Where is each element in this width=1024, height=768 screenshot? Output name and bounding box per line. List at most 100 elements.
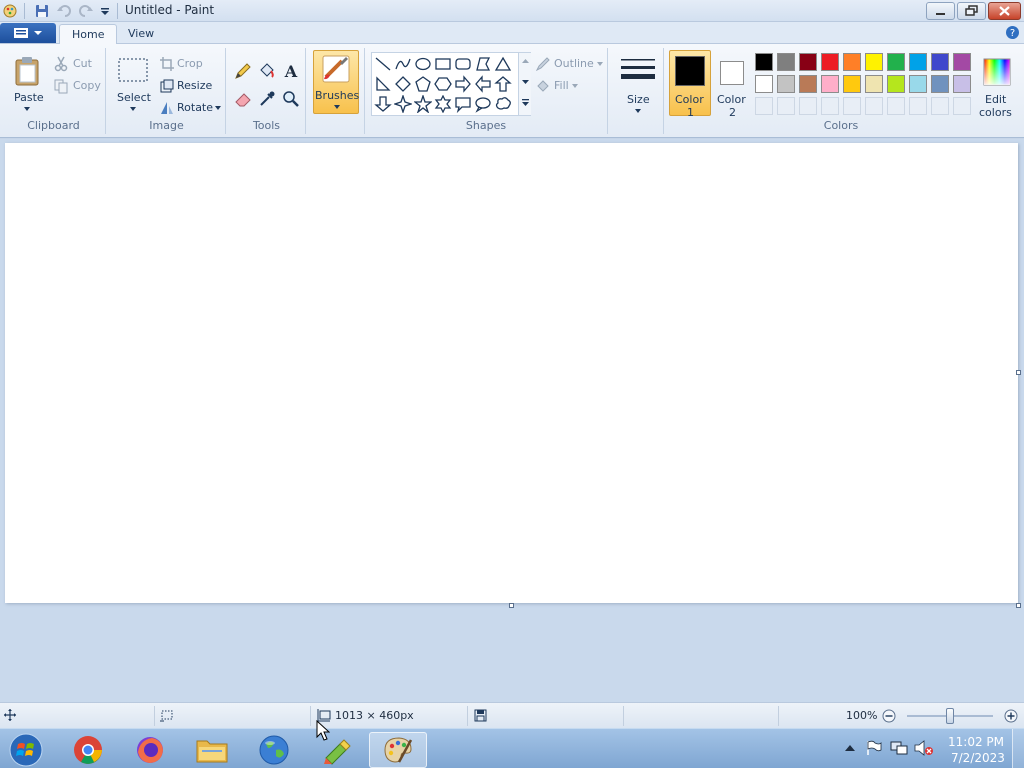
diamond-shape-icon[interactable] <box>394 75 412 93</box>
palette-color-swatch[interactable] <box>931 53 949 71</box>
clock-time[interactable]: 11:02 PM <box>948 735 1004 749</box>
zoom-out-icon[interactable] <box>882 709 896 723</box>
five-point-star-shape-icon[interactable] <box>414 95 432 113</box>
cloud-callout-shape-icon[interactable] <box>494 95 512 113</box>
palette-color-swatch[interactable] <box>843 75 861 93</box>
brushes-button[interactable]: Brushes <box>313 50 359 114</box>
paste-button[interactable]: Paste <box>6 50 46 114</box>
palette-color-swatch[interactable] <box>909 53 927 71</box>
tab-home[interactable]: Home <box>59 24 118 44</box>
rectangular-callout-shape-icon[interactable] <box>454 95 472 113</box>
volume-muted-icon[interactable] <box>914 740 934 756</box>
file-menu-button[interactable] <box>0 23 56 43</box>
right-arrow-shape-icon[interactable] <box>454 75 472 93</box>
minimize-button[interactable] <box>926 2 955 20</box>
custom-color-slot[interactable] <box>953 97 971 115</box>
size-button[interactable]: Size <box>616 50 658 116</box>
start-button[interactable] <box>4 732 48 768</box>
scroll-down-icon[interactable] <box>522 80 529 84</box>
gallery-expand-icon[interactable] <box>522 99 529 106</box>
palette-color-swatch[interactable] <box>755 53 773 71</box>
action-center-flag-icon[interactable] <box>865 740 883 756</box>
color-picker-tool[interactable] <box>256 88 278 110</box>
fill-tool[interactable] <box>256 60 278 82</box>
taskbar-chrome[interactable] <box>66 732 110 768</box>
custom-color-slot[interactable] <box>799 97 817 115</box>
show-hidden-icons-icon[interactable] <box>845 744 855 752</box>
palette-color-swatch[interactable] <box>909 75 927 93</box>
palette-color-swatch[interactable] <box>953 75 971 93</box>
crop-button[interactable]: Crop <box>156 54 222 72</box>
scroll-up-icon[interactable] <box>522 59 529 63</box>
curve-shape-icon[interactable] <box>394 55 412 73</box>
tab-view[interactable]: View <box>116 24 166 44</box>
eraser-tool[interactable] <box>232 88 254 110</box>
polygon-shape-icon[interactable] <box>474 55 492 73</box>
resize-button[interactable]: Resize <box>156 76 222 94</box>
clock-date[interactable]: 7/2/2023 <box>951 751 1005 765</box>
palette-color-swatch[interactable] <box>865 53 883 71</box>
color-1-button[interactable]: Color 1 <box>669 50 711 119</box>
palette-color-swatch[interactable] <box>755 75 773 93</box>
oval-callout-shape-icon[interactable] <box>474 95 492 113</box>
oval-shape-icon[interactable] <box>414 55 432 73</box>
custom-color-slot[interactable] <box>843 97 861 115</box>
zoom-in-icon[interactable] <box>1004 709 1018 723</box>
down-arrow-shape-icon[interactable] <box>374 95 392 113</box>
canvas-resize-handle-corner[interactable] <box>1016 603 1021 608</box>
show-desktop-button[interactable] <box>1012 729 1024 768</box>
rectangle-shape-icon[interactable] <box>434 55 452 73</box>
triangle-shape-icon[interactable] <box>494 55 512 73</box>
taskbar-network-browser[interactable] <box>252 732 296 768</box>
palette-color-swatch[interactable] <box>799 53 817 71</box>
taskbar-file-explorer[interactable] <box>190 732 234 768</box>
canvas-resize-handle-bottom[interactable] <box>509 603 514 608</box>
network-icon[interactable] <box>890 740 908 756</box>
select-button[interactable]: Select <box>112 50 152 114</box>
palette-color-swatch[interactable] <box>865 75 883 93</box>
undo-icon[interactable] <box>56 2 72 20</box>
custom-color-slot[interactable] <box>821 97 839 115</box>
four-point-star-shape-icon[interactable] <box>394 95 412 113</box>
custom-color-slot[interactable] <box>931 97 949 115</box>
hexagon-shape-icon[interactable] <box>434 75 452 93</box>
custom-color-slot[interactable] <box>887 97 905 115</box>
pencil-tool[interactable] <box>232 60 254 82</box>
redo-icon[interactable] <box>78 2 94 20</box>
custom-color-slot[interactable] <box>777 97 795 115</box>
rotate-button[interactable]: Rotate <box>156 98 222 116</box>
custom-color-slot[interactable] <box>865 97 883 115</box>
pentagon-shape-icon[interactable] <box>414 75 432 93</box>
right-triangle-shape-icon[interactable] <box>374 75 392 93</box>
custom-color-slot[interactable] <box>755 97 773 115</box>
paint-app-icon[interactable] <box>2 2 18 20</box>
custom-color-slot[interactable] <box>909 97 927 115</box>
palette-color-swatch[interactable] <box>843 53 861 71</box>
up-arrow-shape-icon[interactable] <box>494 75 512 93</box>
palette-color-swatch[interactable] <box>887 53 905 71</box>
help-icon[interactable]: ? <box>1005 25 1020 43</box>
drawing-canvas[interactable] <box>5 143 1018 603</box>
magnifier-tool[interactable] <box>280 88 302 110</box>
cut-button[interactable]: Cut <box>50 54 104 72</box>
taskbar-firefox[interactable] <box>128 732 172 768</box>
palette-color-swatch[interactable] <box>931 75 949 93</box>
fill-button[interactable]: Fill <box>533 76 605 94</box>
taskbar-paint[interactable] <box>369 732 427 768</box>
palette-color-swatch[interactable] <box>953 53 971 71</box>
line-shape-icon[interactable] <box>374 55 392 73</box>
six-point-star-shape-icon[interactable] <box>434 95 452 113</box>
shapes-scroll[interactable] <box>518 53 531 115</box>
palette-color-swatch[interactable] <box>799 75 817 93</box>
palette-color-swatch[interactable] <box>777 53 795 71</box>
rounded-rectangle-shape-icon[interactable] <box>454 55 472 73</box>
edit-colors-button[interactable]: Edit colors <box>976 50 1018 119</box>
copy-button[interactable]: Copy <box>50 76 104 94</box>
zoom-slider-thumb[interactable] <box>946 708 954 724</box>
outline-button[interactable]: Outline <box>533 54 605 72</box>
palette-color-swatch[interactable] <box>887 75 905 93</box>
save-icon[interactable] <box>34 2 50 20</box>
left-arrow-shape-icon[interactable] <box>474 75 492 93</box>
palette-color-swatch[interactable] <box>777 75 795 93</box>
text-tool[interactable]: A <box>280 60 302 82</box>
